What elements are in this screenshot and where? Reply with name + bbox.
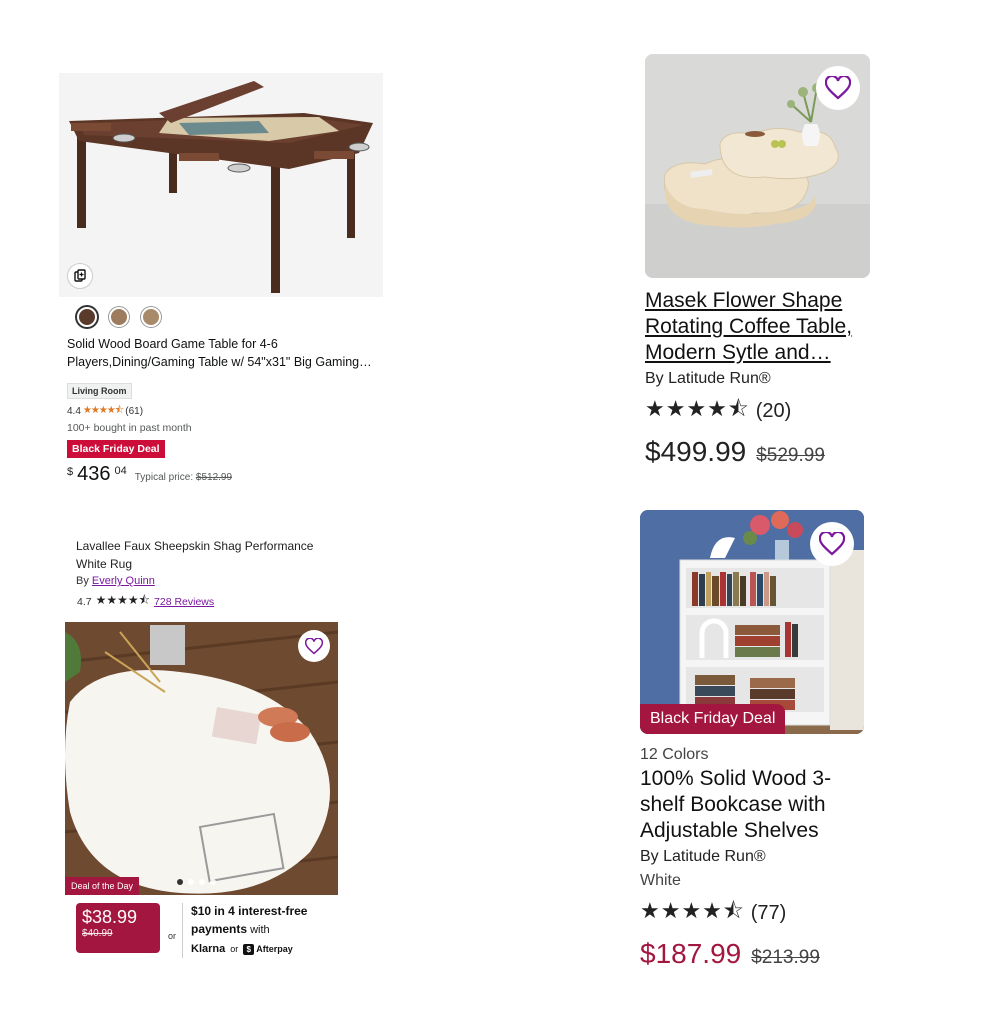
carousel-dot[interactable] [210, 879, 216, 885]
rating-row: 4.7 ★★★★⯪ 728 Reviews [65, 591, 345, 612]
deal-badge: Deal of the Day [65, 877, 140, 895]
product-title[interactable]: Lavallee Faux Sheepskin Shag Performance… [65, 537, 325, 573]
color-swatch-3[interactable] [141, 307, 161, 327]
installment-amount: $10 [191, 904, 212, 918]
variant-color: White [640, 872, 681, 889]
bought-count: 100+ bought in past month [67, 422, 192, 434]
color-swatches [59, 297, 383, 327]
rating-value: 4.4 [67, 406, 81, 417]
installment-line-2: payments with [191, 921, 307, 939]
price-whole: 436 [77, 463, 111, 485]
current-price: $38.99 [82, 907, 138, 927]
installment-text-3: with [250, 924, 270, 936]
brand: By Everly Quinn [65, 575, 345, 587]
deal-badge: Black Friday Deal [640, 704, 786, 734]
brand-link[interactable]: Everly Quinn [92, 575, 155, 587]
original-price: $40.99 [82, 928, 113, 939]
rating-value: 4.7 [77, 595, 92, 608]
price-currency: $ [67, 466, 74, 478]
product-image[interactable] [645, 54, 870, 278]
rating-row[interactable]: ★★★★⯪ (20) [645, 392, 870, 430]
star-rating: ★★★★⯪ [645, 396, 750, 421]
product-title[interactable]: 100% Solid Wood 3-shelf Bookcase with Ad… [640, 766, 860, 844]
brand-prefix: By [76, 575, 89, 587]
add-to-cart-icon [74, 269, 86, 282]
game-table-illustration [59, 73, 383, 297]
installment-text-1: in 4 interest-free [214, 904, 308, 918]
product-card-bookcase[interactable]: Black Friday Deal 12 Colors 100% Solid W… [640, 510, 864, 970]
product-image[interactable] [59, 73, 383, 297]
current-price: $499.99 [645, 436, 747, 467]
afterpay-label: Afterpay [256, 944, 293, 954]
price: $ 436 04 Typical price: $512.99 [59, 458, 383, 484]
brand: By Latitude Run® [640, 848, 766, 865]
installment-line-1: $10 in 4 interest-free [191, 903, 307, 921]
product-image[interactable]: Deal of the Day [65, 622, 338, 895]
favorite-button[interactable] [816, 66, 860, 110]
current-price: $187.99 [640, 938, 742, 969]
review-count: (20) [755, 399, 792, 422]
typical-price: Typical price: $512.99 [135, 472, 232, 483]
color-swatch-2[interactable] [109, 307, 129, 327]
product-title[interactable]: Solid Wood Board Game Table for 4-6 Play… [59, 327, 383, 377]
favorite-button[interactable] [810, 522, 854, 566]
carousel-dot[interactable] [188, 879, 194, 885]
review-count: (61) [125, 406, 144, 417]
heart-icon [819, 532, 845, 556]
product-title[interactable]: Masek Flower Shape Rotating Coffee Table… [645, 288, 885, 366]
rating-row[interactable]: ★★★★⯪ (77) [640, 894, 864, 932]
installment-text-2: payments [191, 922, 248, 936]
add-to-cart-button[interactable] [67, 263, 93, 289]
price-fraction: 04 [114, 465, 127, 477]
color-count[interactable]: 12 Colors [640, 746, 864, 764]
deal-badge: Black Friday Deal [67, 440, 165, 458]
product-card-rug[interactable]: Lavallee Faux Sheepskin Shag Performance… [65, 537, 345, 958]
typical-label: Typical price: [134, 472, 194, 483]
category-tag: Living Room [67, 383, 132, 399]
afterpay-logo: $ Afterpay [243, 941, 293, 958]
pricing-row: $38.99 $40.99 or $10 in 4 interest-free … [65, 903, 345, 958]
product-card-coffee-table[interactable]: Masek Flower Shape Rotating Coffee Table… [645, 54, 870, 468]
favorite-button[interactable] [298, 630, 330, 662]
star-rating: ★★★★⯪ [95, 593, 151, 607]
or-separator: or [168, 931, 177, 941]
price-box: $38.99 $40.99 [76, 903, 160, 953]
original-price: $529.99 [756, 445, 825, 466]
original-price: $213.99 [751, 947, 820, 968]
brand: By Latitude Run® [645, 370, 771, 387]
typical-price-value: $512.99 [195, 472, 233, 483]
product-card-game-table[interactable]: Solid Wood Board Game Table for 4-6 Play… [59, 73, 383, 484]
afterpay-icon: $ [243, 944, 255, 955]
reviews-link[interactable]: 728 Reviews [154, 596, 214, 608]
installment-info: $10 in 4 interest-free payments with Kla… [182, 903, 307, 958]
product-image[interactable]: Black Friday Deal [640, 510, 864, 734]
payment-logos: Klarna or $ Afterpay [191, 941, 307, 958]
image-carousel-dots[interactable] [177, 879, 216, 885]
price: $499.99 $529.99 [645, 436, 870, 468]
heart-icon [825, 76, 851, 100]
carousel-dot[interactable] [177, 879, 183, 885]
heart-icon [305, 637, 323, 654]
star-rating: ★★★★⯪ [82, 405, 124, 416]
carousel-dot[interactable] [199, 879, 205, 885]
price: $187.99 $213.99 [640, 938, 864, 970]
rating-row[interactable]: 4.4 ★★★★⯪ (61) [59, 399, 383, 420]
or-separator-2: or [230, 944, 239, 954]
klarna-logo: Klarna [191, 943, 226, 955]
color-swatch-1[interactable] [77, 307, 97, 327]
star-rating: ★★★★⯪ [640, 898, 745, 923]
rug-illustration [65, 622, 338, 895]
review-count: (77) [750, 901, 787, 924]
